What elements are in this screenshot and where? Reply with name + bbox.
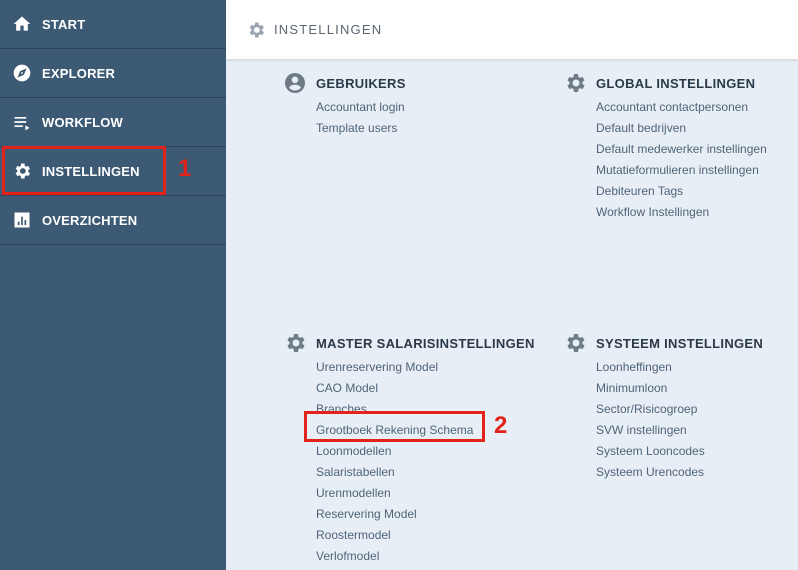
link-salaristabellen[interactable]: Salaristabellen (316, 462, 535, 483)
link-accountant-contactpersonen[interactable]: Accountant contactpersonen (596, 97, 767, 118)
section-gebruikers: GEBRUIKERS Accountant login Template use… (283, 71, 406, 139)
annotation-marker-1: 1 (178, 155, 192, 182)
link-minimumloon[interactable]: Minimumloon (596, 378, 763, 399)
gear-icon (246, 20, 266, 40)
link-svw-instellingen[interactable]: SVW instellingen (596, 420, 763, 441)
link-roostermodel[interactable]: Roostermodel (316, 525, 535, 546)
page-header: INSTELLINGEN (226, 0, 798, 59)
compass-icon (11, 62, 33, 84)
link-reservering-model[interactable]: Reservering Model (316, 504, 535, 525)
link-loonmodellen[interactable]: Loonmodellen (316, 441, 535, 462)
sidebar-item-explorer[interactable]: EXPLORER (0, 49, 226, 98)
section-global-instellingen: GLOBAL INSTELLINGEN Accountant contactpe… (563, 71, 767, 223)
gear-icon (283, 331, 307, 355)
sidebar-item-overzichten[interactable]: OVERZICHTEN (0, 196, 226, 245)
link-default-medewerker-instellingen[interactable]: Default medewerker instellingen (596, 139, 767, 160)
gear-icon (563, 331, 587, 355)
sidebar-item-label: EXPLORER (42, 65, 116, 81)
link-loonheffingen[interactable]: Loonheffingen (596, 357, 763, 378)
sidebar-item-label: OVERZICHTEN (42, 212, 138, 228)
gear-icon (563, 71, 587, 95)
sidebar-item-label: WORKFLOW (42, 114, 124, 130)
section-title: GLOBAL INSTELLINGEN (596, 75, 756, 91)
link-systeem-looncodes[interactable]: Systeem Looncodes (596, 441, 763, 462)
link-cao-model[interactable]: CAO Model (316, 378, 535, 399)
highlight-box-instellingen (2, 146, 166, 195)
link-urenreservering-model[interactable]: Urenreservering Model (316, 357, 535, 378)
section-title: MASTER SALARISINSTELLINGEN (316, 335, 535, 351)
link-verlofmodel[interactable]: Verlofmodel (316, 546, 535, 567)
sidebar-item-label: START (42, 16, 86, 32)
link-urenmodellen[interactable]: Urenmodellen (316, 483, 535, 504)
link-sector-risicogroep[interactable]: Sector/Risicogroep (596, 399, 763, 420)
link-mutatieformulieren-instellingen[interactable]: Mutatieformulieren instellingen (596, 160, 767, 181)
chart-icon (11, 209, 33, 231)
link-workflow-instellingen[interactable]: Workflow Instellingen (596, 202, 767, 223)
link-accountant-login[interactable]: Accountant login (316, 97, 406, 118)
link-default-bedrijven[interactable]: Default bedrijven (596, 118, 767, 139)
home-icon (11, 13, 33, 35)
highlight-box-grootboek (304, 411, 485, 442)
annotation-marker-2: 2 (494, 412, 508, 439)
section-title: SYSTEEM INSTELLINGEN (596, 335, 764, 351)
page-title: INSTELLINGEN (274, 22, 383, 37)
user-icon (283, 71, 307, 95)
link-debiteuren-tags[interactable]: Debiteuren Tags (596, 181, 767, 202)
sidebar: START EXPLORER WORKFLOW INSTELLINGEN OVE… (0, 0, 226, 570)
link-template-users[interactable]: Template users (316, 118, 406, 139)
section-master-salarisinstellingen: MASTER SALARISINSTELLINGEN Urenreserveri… (283, 331, 535, 567)
section-title: GEBRUIKERS (316, 75, 406, 91)
link-systeem-urencodes[interactable]: Systeem Urencodes (596, 462, 763, 483)
sidebar-item-workflow[interactable]: WORKFLOW (0, 98, 226, 147)
section-systeem-instellingen: SYSTEEM INSTELLINGEN Loonheffingen Minim… (563, 331, 763, 483)
list-icon (11, 111, 33, 133)
sidebar-item-start[interactable]: START (0, 0, 226, 49)
